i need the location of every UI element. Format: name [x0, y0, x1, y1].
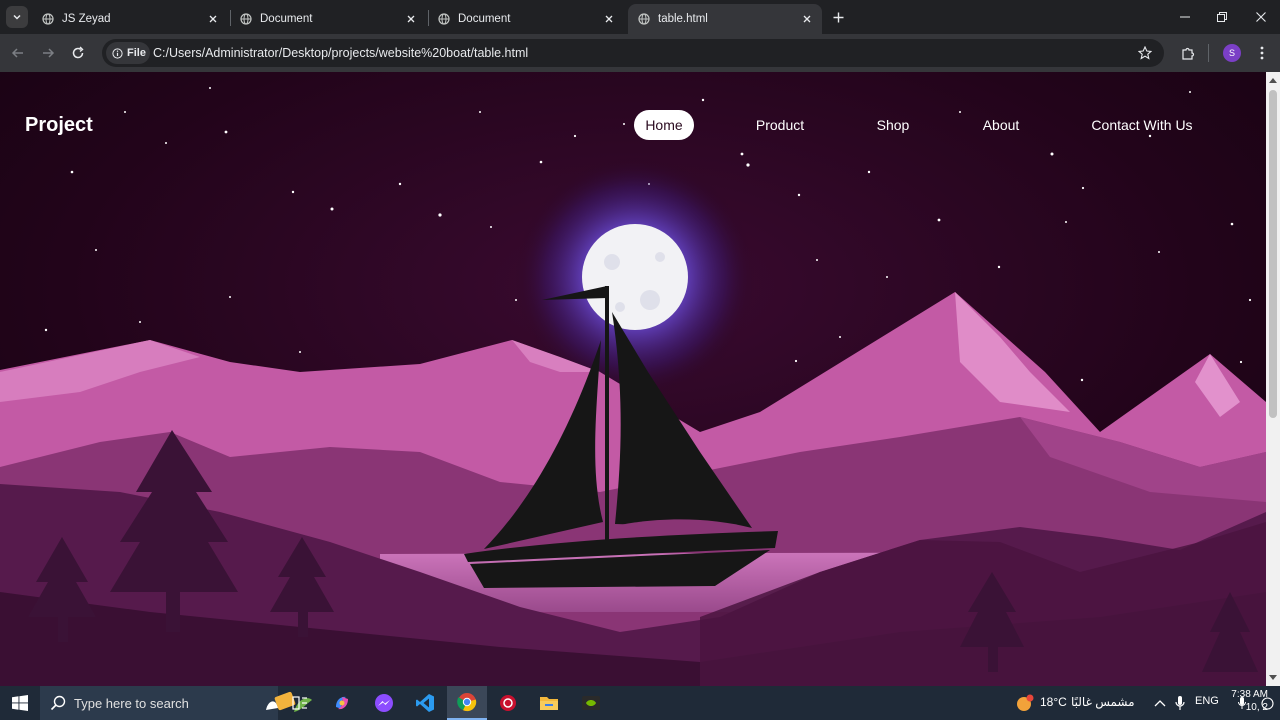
reload-button[interactable] [68, 43, 88, 63]
site-chip-label: File [127, 47, 146, 59]
minimize-icon [1180, 16, 1190, 18]
hero-illustration [0, 72, 1266, 686]
tray-overflow-button[interactable] [1152, 695, 1168, 711]
boat-mast [605, 286, 609, 548]
close-icon[interactable] [206, 12, 220, 26]
tab-title: Document [458, 13, 511, 25]
nvidia-icon [582, 696, 600, 710]
chevron-down-icon [13, 14, 21, 20]
chevron-up-icon [1154, 700, 1166, 707]
info-icon [112, 47, 123, 59]
globe-icon [240, 13, 252, 25]
copilot-icon [336, 696, 348, 710]
nav-product[interactable]: Product [748, 110, 812, 140]
close-icon[interactable] [404, 12, 418, 26]
notification-icon[interactable] [1260, 695, 1274, 711]
taskbar-app-chrome[interactable] [447, 686, 487, 720]
browser-tab-strip: JS Zeyad Document Document table.html [0, 0, 1280, 34]
forward-button[interactable] [38, 43, 58, 63]
back-button[interactable] [8, 43, 28, 63]
weather-icon[interactable] [1015, 694, 1035, 711]
kebab-menu-icon [1260, 46, 1264, 60]
new-tab-button[interactable] [829, 8, 847, 26]
taskbar-search-box[interactable]: Type here to search [40, 686, 312, 720]
restore-button[interactable] [1213, 8, 1231, 26]
url-text: C:/Users/Administrator/Desktop/projects/… [153, 46, 529, 60]
tab-js-zeyad[interactable]: JS Zeyad [32, 4, 228, 34]
globe-icon [438, 13, 450, 25]
nav-about[interactable]: About [972, 110, 1030, 140]
moon [582, 224, 688, 330]
task-view-icon [292, 696, 307, 710]
tab-search-button[interactable] [6, 6, 28, 28]
restore-icon [1217, 12, 1227, 22]
profile-avatar[interactable]: S [1223, 44, 1241, 62]
chrome-icon [457, 693, 477, 712]
toolbar-divider [1208, 44, 1209, 62]
globe-icon [42, 13, 54, 25]
close-icon[interactable] [602, 12, 616, 26]
app-red-icon [500, 695, 516, 711]
scroll-up-icon[interactable] [1269, 76, 1277, 84]
tab-document-1[interactable]: Document [230, 4, 426, 34]
page-scrollbar[interactable] [1266, 72, 1280, 686]
microphone-icon[interactable] [1172, 695, 1188, 711]
tab-title: JS Zeyad [62, 13, 111, 25]
folder-icon [540, 697, 558, 710]
scroll-down-icon[interactable] [1269, 674, 1277, 682]
puzzle-icon [1181, 47, 1194, 60]
nav-contact[interactable]: Contact With Us [1088, 110, 1196, 140]
search-placeholder: Type here to search [74, 695, 189, 711]
start-button[interactable] [0, 686, 40, 720]
nav-home[interactable]: Home [634, 110, 694, 140]
nav-shop[interactable]: Shop [866, 110, 920, 140]
arrow-left-icon [11, 48, 23, 58]
tab-title: Document [260, 13, 313, 25]
weather-temperature[interactable]: 18°C [1040, 695, 1067, 709]
site-info-chip[interactable]: File [106, 42, 150, 64]
task-view-button[interactable] [280, 686, 320, 720]
browser-menu-button[interactable] [1252, 43, 1272, 63]
close-icon [1256, 12, 1266, 22]
arrow-right-icon [43, 48, 55, 58]
windows-taskbar: Type here to search 18°C مشمس غالبًا ENG… [0, 686, 1280, 720]
tab-document-2[interactable]: Document [428, 4, 624, 34]
messenger-icon [375, 694, 393, 712]
scroll-thumb[interactable] [1269, 90, 1277, 418]
tab-title: table.html [658, 13, 708, 25]
address-bar[interactable]: File C:/Users/Administrator/Desktop/proj… [102, 39, 1164, 67]
taskbar-app-red[interactable] [488, 686, 528, 720]
windows-logo-icon [12, 695, 28, 711]
vscode-icon [416, 694, 434, 712]
web-page: Project Home Product Shop About Contact … [0, 72, 1266, 686]
plus-icon [833, 12, 843, 22]
minimize-button[interactable] [1176, 8, 1194, 26]
bookmark-button[interactable] [1136, 44, 1154, 62]
taskbar-app-vscode[interactable] [405, 686, 445, 720]
close-icon[interactable] [800, 12, 814, 26]
tab-table-html[interactable]: table.html [628, 4, 822, 34]
search-icon [50, 695, 66, 711]
star-icon [1138, 46, 1152, 60]
taskbar-app-nvidia[interactable] [571, 686, 611, 720]
taskbar-app-file-explorer[interactable] [529, 686, 569, 720]
extensions-button[interactable] [1178, 43, 1198, 63]
browser-toolbar: File C:/Users/Administrator/Desktop/proj… [0, 34, 1280, 72]
taskbar-app-messenger[interactable] [364, 686, 404, 720]
globe-icon [638, 13, 650, 25]
input-language[interactable]: ENG [1195, 695, 1219, 707]
weather-description[interactable]: مشمس غالبًا [1071, 695, 1135, 709]
close-window-button[interactable] [1252, 8, 1270, 26]
site-navigation: Home Product Shop About Contact With Us [0, 110, 1266, 140]
taskbar-app-copilot[interactable] [322, 686, 362, 720]
reload-icon [72, 46, 84, 59]
